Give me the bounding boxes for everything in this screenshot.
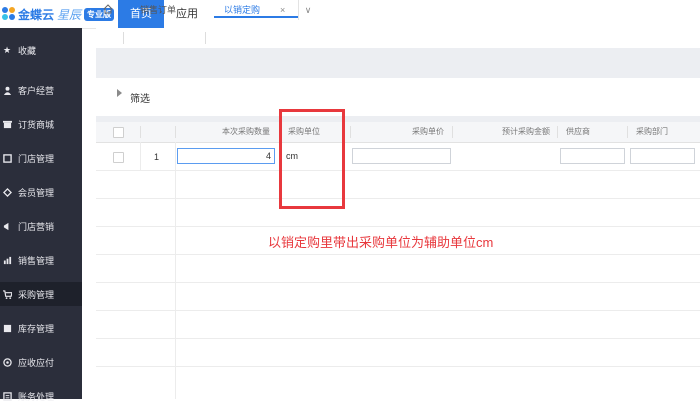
sidebar-item-label: 会员管理 (18, 187, 55, 198)
app-logo[interactable]: 金蝶云 星辰 专业版 (0, 4, 115, 24)
sidebar-item-label: 门店营销 (18, 221, 55, 232)
dept-input[interactable] (630, 148, 695, 164)
sidebar-item-label: 客户经营 (18, 85, 55, 96)
sidebar-item-label: 账务处理 (18, 391, 55, 402)
header-divider (557, 126, 558, 138)
sidebar-item-favorites[interactable]: ★ 收藏 (0, 38, 82, 62)
row-index: 1 (154, 152, 160, 162)
member-icon (2, 187, 12, 197)
home-icon (103, 4, 113, 15)
sidebar-item-label: 收藏 (18, 45, 37, 56)
inventory-icon (2, 323, 12, 333)
customer-icon (2, 85, 12, 95)
grid-row-line (96, 338, 700, 339)
home-tab[interactable] (103, 0, 113, 20)
sidebar-item-sales[interactable]: 销售管理 (0, 248, 82, 272)
grid-col-line (140, 142, 141, 170)
sidebar: ★ 收藏 客户经营 订货商城 门店管理 会员管理 门店营销 销售管理 采购管理 … (0, 28, 82, 402)
brand-name: 金蝶云 (18, 7, 55, 22)
col-header-amount: 预计采购金额 (502, 127, 550, 136)
grid-row-line (96, 226, 700, 227)
filter-bar[interactable] (96, 78, 700, 117)
price-input[interactable] (352, 148, 451, 164)
header-divider (452, 126, 453, 138)
sidebar-item-label: 订货商城 (18, 119, 55, 130)
sales-icon (2, 255, 12, 265)
sidebar-item-label: 应收应付 (18, 357, 55, 368)
shop-icon (2, 153, 12, 163)
tab-purchase-by-sales[interactable]: 以销定购 × (214, 0, 298, 18)
tab-label: 以销定购 (224, 5, 261, 15)
header-divider (350, 126, 351, 138)
tab-divider (123, 32, 124, 44)
sidebar-item-member[interactable]: 会员管理 (0, 180, 82, 204)
grid-row-line (96, 366, 700, 367)
supplier-input[interactable] (560, 148, 625, 164)
sidebar-item-accounting[interactable]: 账务处理 (0, 384, 82, 408)
logo-icon (2, 7, 16, 21)
close-icon[interactable]: × (280, 0, 285, 20)
header-divider (627, 126, 628, 138)
sidebar-item-finance[interactable]: 应收应付 (0, 350, 82, 374)
grid-row-line (96, 254, 700, 255)
purchase-icon (2, 289, 12, 299)
qty-input[interactable]: 4 (177, 148, 275, 164)
chevron-down-icon[interactable]: ∨ (298, 0, 317, 20)
content-top-band (96, 48, 700, 78)
grid-row-line (96, 310, 700, 311)
sidebar-item-shop[interactable]: 门店管理 (0, 146, 82, 170)
finance-icon (2, 357, 12, 367)
store-icon (2, 119, 12, 129)
grid-row-line (96, 282, 700, 283)
grid-row-line (96, 170, 700, 171)
marketing-icon (2, 221, 12, 231)
select-all-checkbox[interactable] (113, 127, 124, 138)
col-header-qty: 本次采购数量 (222, 127, 270, 136)
accounting-icon (2, 391, 12, 401)
col-header-price: 采购单价 (412, 127, 444, 136)
sidebar-item-inventory[interactable]: 库存管理 (0, 316, 82, 340)
sidebar-item-label: 门店管理 (18, 153, 55, 164)
tab-bar (96, 28, 700, 49)
row-checkbox[interactable] (113, 152, 124, 163)
sidebar-item-store[interactable]: 订货商城 (0, 112, 82, 136)
tab-divider (205, 32, 206, 44)
sidebar-item-customer[interactable]: 客户经营 (0, 78, 82, 102)
sidebar-item-label: 库存管理 (18, 323, 55, 334)
sidebar-item-label: 销售管理 (18, 255, 55, 266)
col-header-supplier: 供应商 (566, 127, 590, 136)
sidebar-item-marketing[interactable]: 门店营销 (0, 214, 82, 238)
sidebar-item-label: 采购管理 (18, 289, 55, 300)
tab-sales-order[interactable]: 销售订单 (140, 0, 176, 20)
caret-right-icon[interactable] (117, 89, 122, 97)
brand-sub: 星辰 (57, 7, 82, 22)
header-divider (140, 126, 141, 138)
filter-label[interactable]: 筛选 (130, 90, 150, 105)
annotation-text: 以销定购里带出采购单位为辅助单位cm (268, 235, 494, 250)
highlight-box (279, 109, 345, 209)
star-icon: ★ (2, 44, 12, 55)
grid-row-line (96, 198, 700, 199)
sidebar-item-purchase[interactable]: 采购管理 (0, 282, 82, 306)
grid-col-line (175, 142, 176, 399)
col-header-dept: 采购部门 (636, 127, 668, 136)
